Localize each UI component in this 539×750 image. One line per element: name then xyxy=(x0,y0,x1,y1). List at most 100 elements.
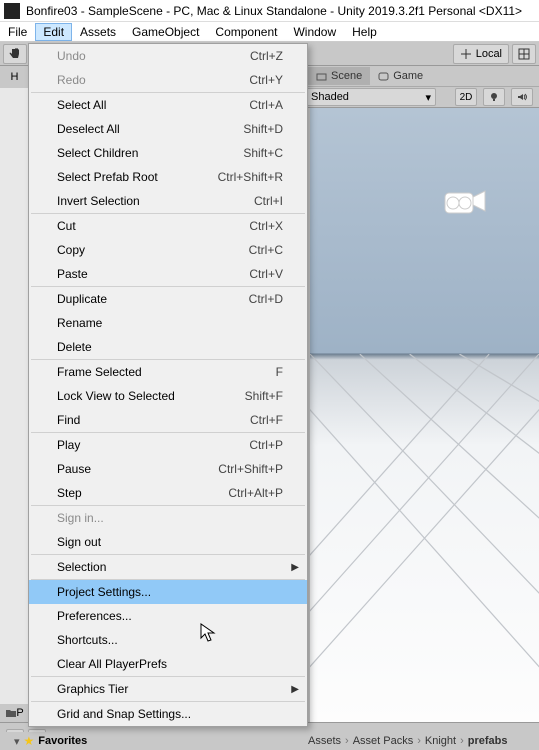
menu-item-label: Rename xyxy=(57,316,102,330)
menu-item-shortcut: Ctrl+Y xyxy=(249,73,283,87)
menu-item-frame-selected[interactable]: Frame SelectedF xyxy=(29,360,307,384)
menu-item-redo: Redo Ctrl+Y xyxy=(29,68,307,92)
menu-item-shortcut: Ctrl+Alt+P xyxy=(228,486,283,500)
folder-icon xyxy=(6,708,16,718)
menu-file[interactable]: File xyxy=(0,23,35,41)
menu-item-label: Frame Selected xyxy=(57,365,142,379)
menu-item-select-children[interactable]: Select ChildrenShift+C xyxy=(29,141,307,165)
menu-item-shortcut: Ctrl+I xyxy=(254,194,283,208)
menu-item-step[interactable]: Step Ctrl+Alt+P xyxy=(29,481,307,505)
star-icon: ★ xyxy=(24,734,35,748)
menu-item-lock-view-to-selected[interactable]: Lock View to Selected Shift+F xyxy=(29,384,307,408)
menu-item-invert-selection[interactable]: Invert Selection Ctrl+I xyxy=(29,189,307,213)
menu-item-label: Grid and Snap Settings... xyxy=(57,707,191,721)
favorites-group[interactable]: ▾ ★ Favorites xyxy=(0,732,300,750)
menu-item-label: Step xyxy=(57,486,82,500)
crumb-knight[interactable]: Knight xyxy=(425,735,456,747)
unity-logo-icon xyxy=(4,3,20,19)
menu-item-grid-and-snap-settings[interactable]: Grid and Snap Settings... xyxy=(29,702,307,726)
game-icon xyxy=(378,71,389,82)
menu-item-shortcut: Shift+F xyxy=(245,389,283,403)
scene-toolbar: Shaded ▾ 2D xyxy=(300,86,539,108)
scene-icon xyxy=(316,71,327,82)
submenu-arrow-icon: ▶ xyxy=(291,684,299,695)
speaker-icon xyxy=(517,92,527,102)
menu-help[interactable]: Help xyxy=(344,23,385,41)
menu-bar: File Edit Assets GameObject Component Wi… xyxy=(0,22,539,42)
menu-item-label: Clear All PlayerPrefs xyxy=(57,657,167,671)
menu-item-paste[interactable]: PasteCtrl+V xyxy=(29,262,307,286)
menu-item-shortcut: Ctrl+D xyxy=(249,292,283,306)
menu-item-preferences[interactable]: Preferences... xyxy=(29,604,307,628)
menu-item-select-prefab-root[interactable]: Select Prefab RootCtrl+Shift+R xyxy=(29,165,307,189)
hierarchy-tab[interactable]: H xyxy=(0,66,30,88)
ground-grid xyxy=(310,354,539,722)
menu-item-shortcuts[interactable]: Shortcuts... xyxy=(29,628,307,652)
menu-item-shortcut: Shift+C xyxy=(243,146,283,160)
menu-item-duplicate[interactable]: Duplicate Ctrl+D xyxy=(29,287,307,311)
hand-tool-button[interactable] xyxy=(3,44,27,64)
menu-item-label: Sign out xyxy=(57,535,101,549)
menu-item-selection[interactable]: Selection▶ xyxy=(29,555,307,579)
shading-mode-dropdown[interactable]: Shaded ▾ xyxy=(306,88,436,106)
title-bar: Bonfire03 - SampleScene - PC, Mac & Linu… xyxy=(0,0,539,22)
menu-item-shortcut: Ctrl+P xyxy=(249,438,283,452)
crumb-prefabs[interactable]: prefabs xyxy=(468,735,508,747)
menu-item-graphics-tier[interactable]: Graphics Tier▶ xyxy=(29,677,307,701)
crumb-assets[interactable]: Assets xyxy=(308,735,341,747)
tab-game[interactable]: Game xyxy=(370,67,431,85)
2d-toggle[interactable]: 2D xyxy=(455,88,477,106)
menu-item-pause[interactable]: PauseCtrl+Shift+P xyxy=(29,457,307,481)
menu-edit[interactable]: Edit xyxy=(35,23,72,41)
gizmo-local-toggle[interactable]: Local xyxy=(453,44,509,64)
menu-component[interactable]: Component xyxy=(207,23,285,41)
menu-item-label: Preferences... xyxy=(57,609,132,623)
menu-item-copy[interactable]: CopyCtrl+C xyxy=(29,238,307,262)
menu-item-label: Select Prefab Root xyxy=(57,170,158,184)
favorites-label: Favorites xyxy=(38,735,87,747)
menu-item-label: Lock View to Selected xyxy=(57,389,175,403)
menu-item-cut[interactable]: CutCtrl+X xyxy=(29,214,307,238)
menu-item-label: Pause xyxy=(57,462,91,476)
menu-item-label: Deselect All xyxy=(57,122,120,136)
menu-item-play[interactable]: PlayCtrl+P xyxy=(29,433,307,457)
menu-item-label: Invert Selection xyxy=(57,194,140,208)
snap-toggle-button[interactable] xyxy=(512,44,536,64)
project-breadcrumb: Assets › Asset Packs › Knight › prefabs xyxy=(300,732,539,750)
chevron-right-icon: › xyxy=(345,735,349,747)
menu-item-label: Delete xyxy=(57,340,92,354)
menu-window[interactable]: Window xyxy=(285,23,344,41)
menu-item-find[interactable]: FindCtrl+F xyxy=(29,408,307,432)
menu-item-shortcut: Shift+D xyxy=(243,122,283,136)
menu-item-deselect-all[interactable]: Deselect All Shift+D xyxy=(29,117,307,141)
crumb-assetpacks[interactable]: Asset Packs xyxy=(353,735,414,747)
menu-item-shortcut: Ctrl+V xyxy=(249,267,283,281)
menu-item-select-all[interactable]: Select All Ctrl+A xyxy=(29,93,307,117)
scene-view-area: Scene Game Shaded ▾ 2D xyxy=(300,66,539,722)
tab-scene[interactable]: Scene xyxy=(308,67,370,85)
menu-item-project-settings[interactable]: Project Settings... xyxy=(29,580,307,604)
menu-item-shortcut: Ctrl+X xyxy=(249,219,283,233)
menu-item-undo: UndoCtrl+Z xyxy=(29,44,307,68)
menu-item-label: Redo xyxy=(57,73,86,87)
window-title: Bonfire03 - SampleScene - PC, Mac & Linu… xyxy=(26,4,522,18)
audio-toggle[interactable] xyxy=(511,88,533,106)
chevron-down-icon: ▾ xyxy=(14,735,20,748)
project-tab[interactable]: P xyxy=(0,704,30,722)
menu-item-shortcut: Ctrl+A xyxy=(249,98,283,112)
chevron-down-icon: ▾ xyxy=(425,91,431,104)
menu-item-delete[interactable]: Delete xyxy=(29,335,307,359)
menu-item-label: Select All xyxy=(57,98,106,112)
menu-assets[interactable]: Assets xyxy=(72,23,124,41)
menu-item-rename[interactable]: Rename xyxy=(29,311,307,335)
camera-gizmo-icon xyxy=(441,183,489,219)
menu-item-label: Selection xyxy=(57,560,106,574)
scene-viewport[interactable] xyxy=(310,108,539,722)
menu-item-sign-out[interactable]: Sign out xyxy=(29,530,307,554)
menu-item-clear-all-playerprefs[interactable]: Clear All PlayerPrefs xyxy=(29,652,307,676)
menu-item-label: Duplicate xyxy=(57,292,107,306)
menu-item-label: Undo xyxy=(57,49,86,63)
local-label: Local xyxy=(476,48,502,60)
menu-gameobject[interactable]: GameObject xyxy=(124,23,207,41)
lighting-toggle[interactable] xyxy=(483,88,505,106)
